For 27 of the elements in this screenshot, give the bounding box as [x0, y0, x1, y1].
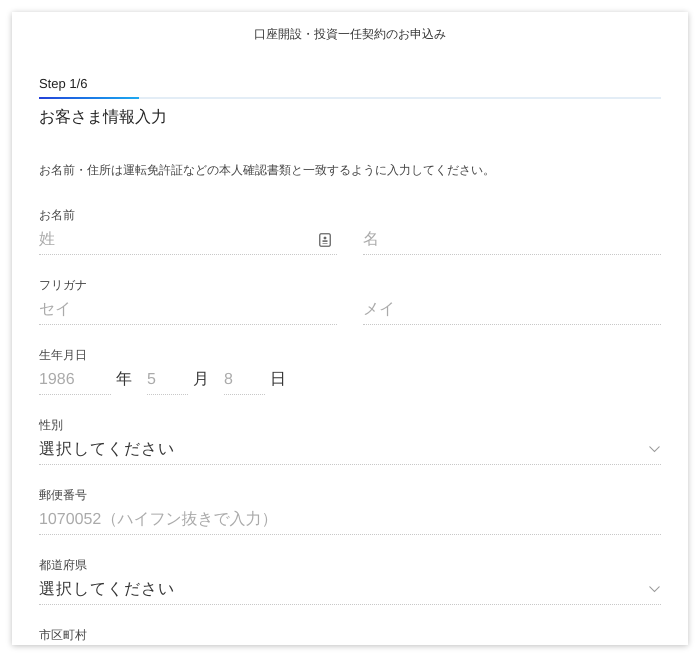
input-field[interactable]: 名	[363, 225, 661, 255]
field-label: 市区町村	[39, 627, 88, 643]
input-field[interactable]: 姓	[39, 225, 337, 255]
field-label: 都道府県	[39, 557, 88, 573]
input-field[interactable]: 1070052（ハイフン抜きで入力）	[39, 505, 661, 535]
select-dropdown[interactable]: 選択してください	[39, 575, 661, 605]
field-label: お名前	[39, 207, 76, 223]
input-field[interactable]: 5	[147, 365, 188, 395]
chevron-down-icon	[649, 586, 660, 593]
unit-label: 年	[116, 370, 132, 390]
field-label: 郵便番号	[39, 487, 88, 503]
field-label: フリガナ	[39, 277, 88, 293]
section-title: お客さま情報入力	[39, 109, 167, 126]
input-field[interactable]: 8	[224, 365, 265, 395]
chevron-down-icon	[649, 446, 660, 453]
input-field[interactable]: セイ	[39, 295, 337, 325]
id-card-icon[interactable]	[319, 233, 331, 247]
unit-label: 月	[193, 370, 209, 390]
unit-label: 日	[270, 370, 286, 390]
step-label: Step 1/6	[39, 76, 88, 91]
instruction-text: お名前・住所は運転免許証などの本人確認書類と一致するように入力してください。	[39, 163, 495, 177]
select-dropdown[interactable]: 選択してください	[39, 435, 661, 465]
input-field[interactable]: 1986	[39, 365, 111, 395]
input-field[interactable]: メイ	[363, 295, 661, 325]
field-label: 性別	[39, 417, 64, 433]
field-label: 生年月日	[39, 347, 88, 363]
page-title: 口座開設・投資一任契約のお申込み	[254, 26, 446, 43]
